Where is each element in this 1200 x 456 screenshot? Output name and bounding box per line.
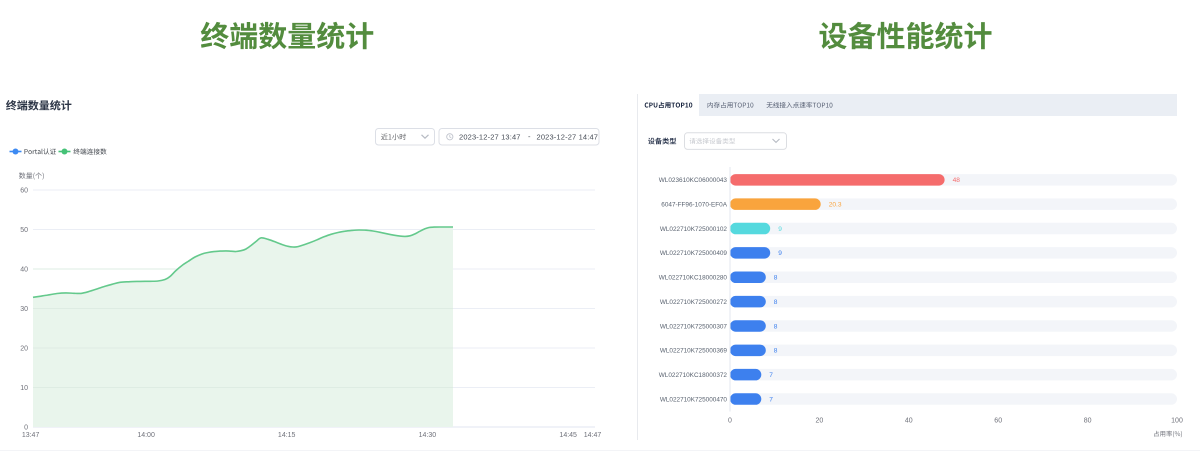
svg-text:8: 8 (774, 275, 778, 282)
svg-text:14:45: 14:45 (559, 432, 577, 439)
svg-text:8: 8 (774, 348, 778, 355)
svg-text:8: 8 (774, 299, 778, 306)
svg-text:60: 60 (994, 418, 1002, 425)
svg-text:20: 20 (816, 418, 824, 425)
svg-text:20: 20 (20, 346, 28, 353)
svg-text:2023-12-27 13:47: 2023-12-27 13:47 (459, 132, 521, 141)
svg-text:14:00: 14:00 (137, 432, 155, 439)
svg-text:14:15: 14:15 (278, 432, 296, 439)
svg-text:WL022710K725000102: WL022710K725000102 (660, 226, 728, 233)
svg-text:WL023610KC06000043: WL023610KC06000043 (659, 177, 728, 184)
svg-text:60: 60 (20, 188, 28, 195)
svg-text:WL022710K725000369: WL022710K725000369 (660, 348, 728, 355)
svg-text:WL022710KC18000372: WL022710KC18000372 (659, 372, 728, 379)
svg-text:40: 40 (905, 418, 913, 425)
svg-text:7: 7 (769, 396, 773, 403)
svg-text:WL022710K725000307: WL022710K725000307 (660, 323, 728, 330)
svg-text:48: 48 (953, 177, 961, 184)
svg-text:10: 10 (20, 385, 28, 392)
svg-text:WL022710KC18000280: WL022710KC18000280 (659, 275, 728, 282)
svg-text:9: 9 (778, 250, 782, 257)
svg-text:0: 0 (728, 418, 732, 425)
svg-text:9: 9 (778, 226, 782, 233)
svg-text:8: 8 (774, 323, 778, 330)
svg-text:0: 0 (24, 425, 28, 432)
svg-text:50: 50 (20, 227, 28, 234)
svg-text:20.3: 20.3 (829, 202, 842, 209)
svg-text:100: 100 (1171, 418, 1183, 425)
svg-text:14:47: 14:47 (584, 432, 602, 439)
svg-text:WL022710K725000409: WL022710K725000409 (660, 250, 728, 257)
svg-text:WL022710K725000470: WL022710K725000470 (660, 396, 728, 403)
svg-text:80: 80 (1084, 418, 1092, 425)
svg-text:30: 30 (20, 306, 28, 313)
svg-text:WL022710K725000272: WL022710K725000272 (660, 299, 728, 306)
svg-text:2023-12-27 14:47: 2023-12-27 14:47 (537, 132, 599, 141)
svg-text:14:30: 14:30 (419, 432, 437, 439)
svg-text:6047-FF96-1070-EF0A: 6047-FF96-1070-EF0A (661, 202, 727, 209)
svg-text:7: 7 (769, 372, 773, 379)
svg-text:40: 40 (20, 267, 28, 274)
svg-text:13:47: 13:47 (22, 432, 40, 439)
